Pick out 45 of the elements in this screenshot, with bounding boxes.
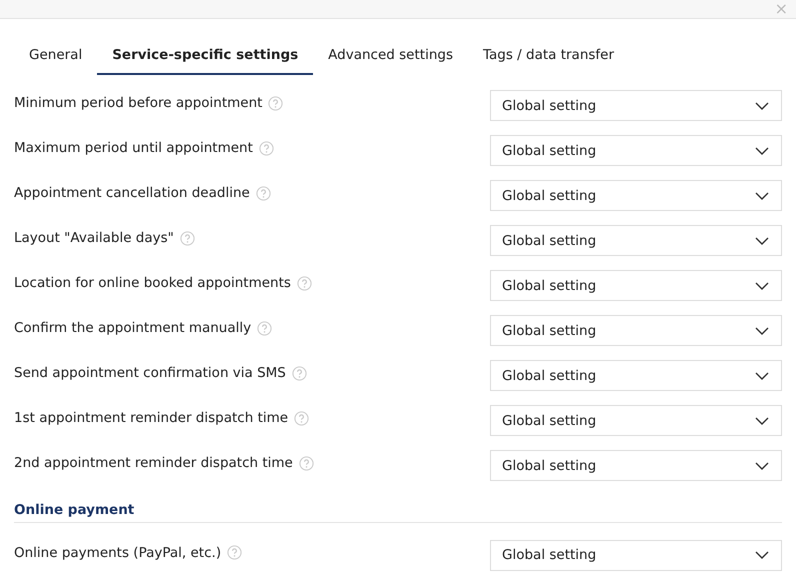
setting-dropdown[interactable]: Global setting [490, 270, 782, 302]
help-icon[interactable] [258, 140, 274, 156]
section-title: Online payment [14, 502, 134, 518]
setting-label: Appointment cancellation deadline [14, 184, 250, 204]
setting-dropdown[interactable]: Global setting [490, 540, 782, 570]
chevron-down-icon [755, 282, 769, 290]
help-icon[interactable] [292, 366, 307, 381]
chevron-down-icon [755, 236, 769, 245]
setting-dropdown[interactable]: Global setting [490, 315, 782, 346]
chevron-down-icon [755, 416, 769, 425]
setting-dropdown[interactable]: Global setting [490, 405, 782, 436]
setting-dropdown[interactable]: Global setting [490, 450, 782, 482]
chevron-down-icon [755, 326, 769, 335]
setting-label: Online payments (PayPal, etc.) [14, 544, 222, 562]
tab[interactable]: Service-specific settings [97, 43, 314, 76]
help-icon[interactable] [180, 230, 195, 246]
setting-dropdown[interactable]: Global setting [490, 180, 782, 212]
help-icon[interactable] [294, 410, 310, 426]
setting-dropdown[interactable]: Global setting [490, 225, 782, 256]
chevron-down-icon [755, 372, 769, 380]
chevron-down-icon [755, 146, 769, 155]
setting-label: 1st appointment reminder dispatch time [14, 409, 288, 428]
setting-label: 2nd appointment reminder dispatch time [14, 454, 293, 474]
help-icon[interactable] [227, 545, 242, 560]
setting-label: Layout "Available days" [14, 229, 174, 248]
help-icon[interactable] [298, 456, 314, 471]
setting-label: Confirm the appointment manually [14, 319, 252, 338]
chevron-down-icon [755, 192, 769, 200]
setting-label: Maximum period until appointment [14, 139, 253, 158]
setting-dropdown[interactable]: Global setting [490, 360, 782, 392]
help-icon[interactable] [257, 320, 272, 336]
chevron-down-icon [755, 551, 769, 559]
setting-label: Minimum period before appointment [14, 94, 262, 114]
setting-label: Location for online booked appointments [14, 274, 291, 294]
tab[interactable]: Advanced settings [313, 43, 468, 76]
chevron-down-icon [755, 462, 769, 470]
setting-label: Send appointment confirmation via SMS [14, 364, 286, 384]
help-icon[interactable] [296, 276, 312, 291]
chevron-down-icon [755, 102, 769, 110]
setting-dropdown[interactable]: Global setting [490, 90, 782, 122]
tab[interactable]: Tags / data transfer [468, 43, 630, 76]
tab[interactable]: General [14, 43, 98, 76]
help-icon[interactable] [256, 186, 271, 201]
setting-dropdown[interactable]: Global setting [490, 135, 782, 166]
help-icon[interactable] [268, 96, 284, 111]
